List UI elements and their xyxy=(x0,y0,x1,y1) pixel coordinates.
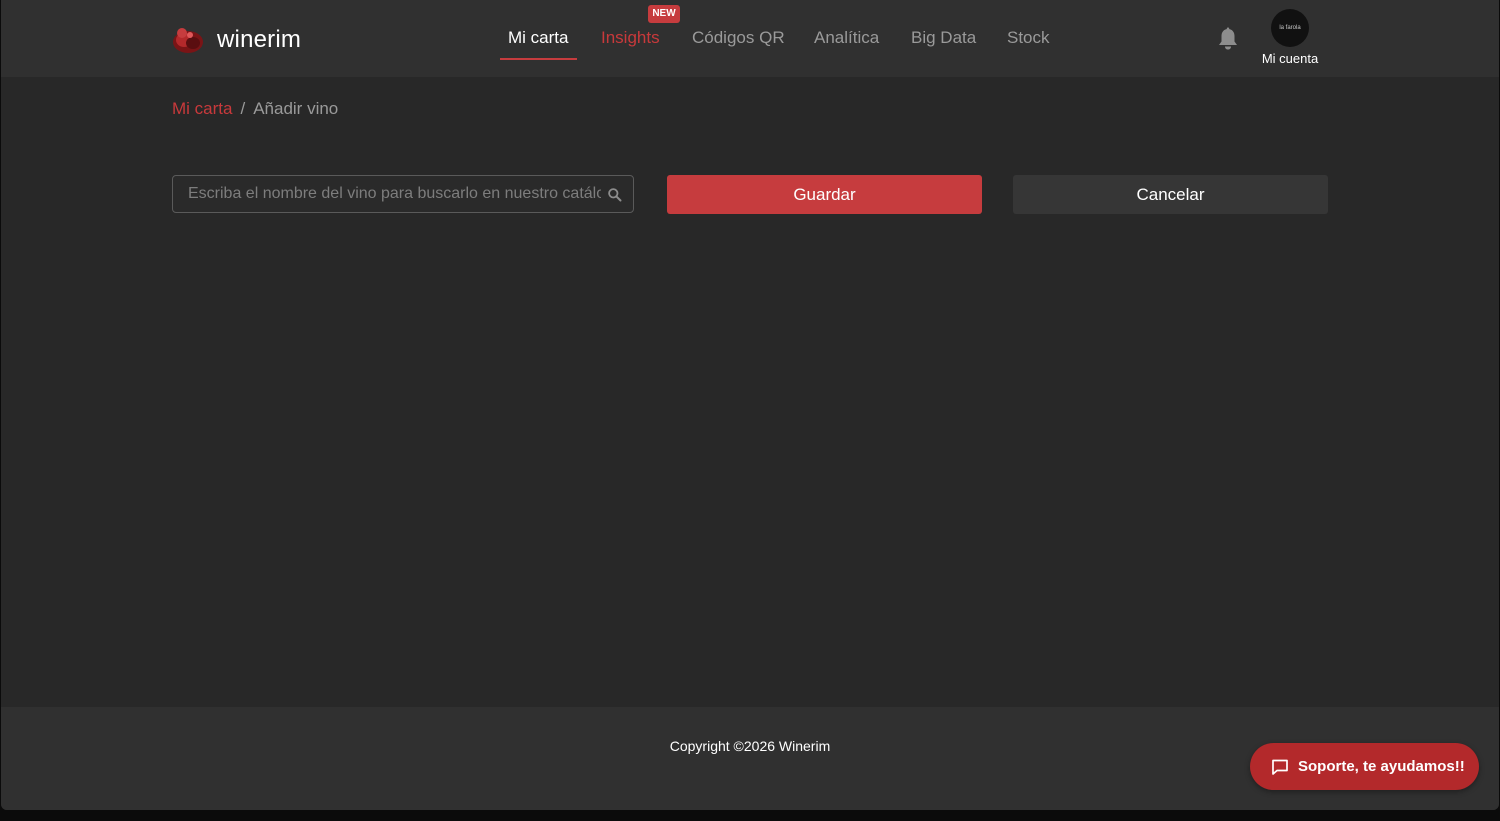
support-label: Soporte, te ayudamos!! xyxy=(1298,758,1465,775)
wine-search-input[interactable] xyxy=(173,176,601,212)
breadcrumb: Mi carta / Añadir vino xyxy=(172,99,338,119)
nav-item-mi-carta[interactable]: Mi carta xyxy=(508,28,568,48)
avatar-logo-text: la farola xyxy=(1279,25,1301,31)
nav-item-analitica[interactable]: Analítica xyxy=(814,28,879,48)
app-window: winerim Mi carta Insights NEW Códigos QR… xyxy=(1,0,1499,810)
wine-glass-logo-icon xyxy=(173,28,203,53)
brand-name: winerim xyxy=(217,26,302,53)
brand-logo[interactable]: winerim xyxy=(171,22,301,58)
account-menu[interactable]: la farola Mi cuenta xyxy=(1251,9,1329,66)
breadcrumb-separator: / xyxy=(240,99,246,118)
cancel-button[interactable]: Cancelar xyxy=(1013,175,1328,214)
chat-icon xyxy=(1272,759,1288,775)
wine-search-field[interactable] xyxy=(172,175,634,213)
top-header: winerim Mi carta Insights NEW Códigos QR… xyxy=(1,0,1499,77)
support-chat-button[interactable]: Soporte, te ayudamos!! xyxy=(1250,743,1479,790)
breadcrumb-current: Añadir vino xyxy=(253,99,339,118)
breadcrumb-link-mi-carta[interactable]: Mi carta xyxy=(172,99,232,118)
save-button[interactable]: Guardar xyxy=(667,175,982,214)
new-badge: NEW xyxy=(648,5,680,23)
account-label: Mi cuenta xyxy=(1261,51,1319,66)
avatar[interactable]: la farola xyxy=(1271,9,1309,47)
search-icon[interactable] xyxy=(607,187,623,203)
nav-item-stock[interactable]: Stock xyxy=(1007,28,1050,48)
nav-item-insights[interactable]: Insights xyxy=(601,28,660,48)
active-tab-indicator xyxy=(500,58,577,60)
nav-item-big-data[interactable]: Big Data xyxy=(911,28,976,48)
bell-icon[interactable] xyxy=(1217,27,1239,51)
nav-item-codigos-qr[interactable]: Códigos QR xyxy=(692,28,785,48)
